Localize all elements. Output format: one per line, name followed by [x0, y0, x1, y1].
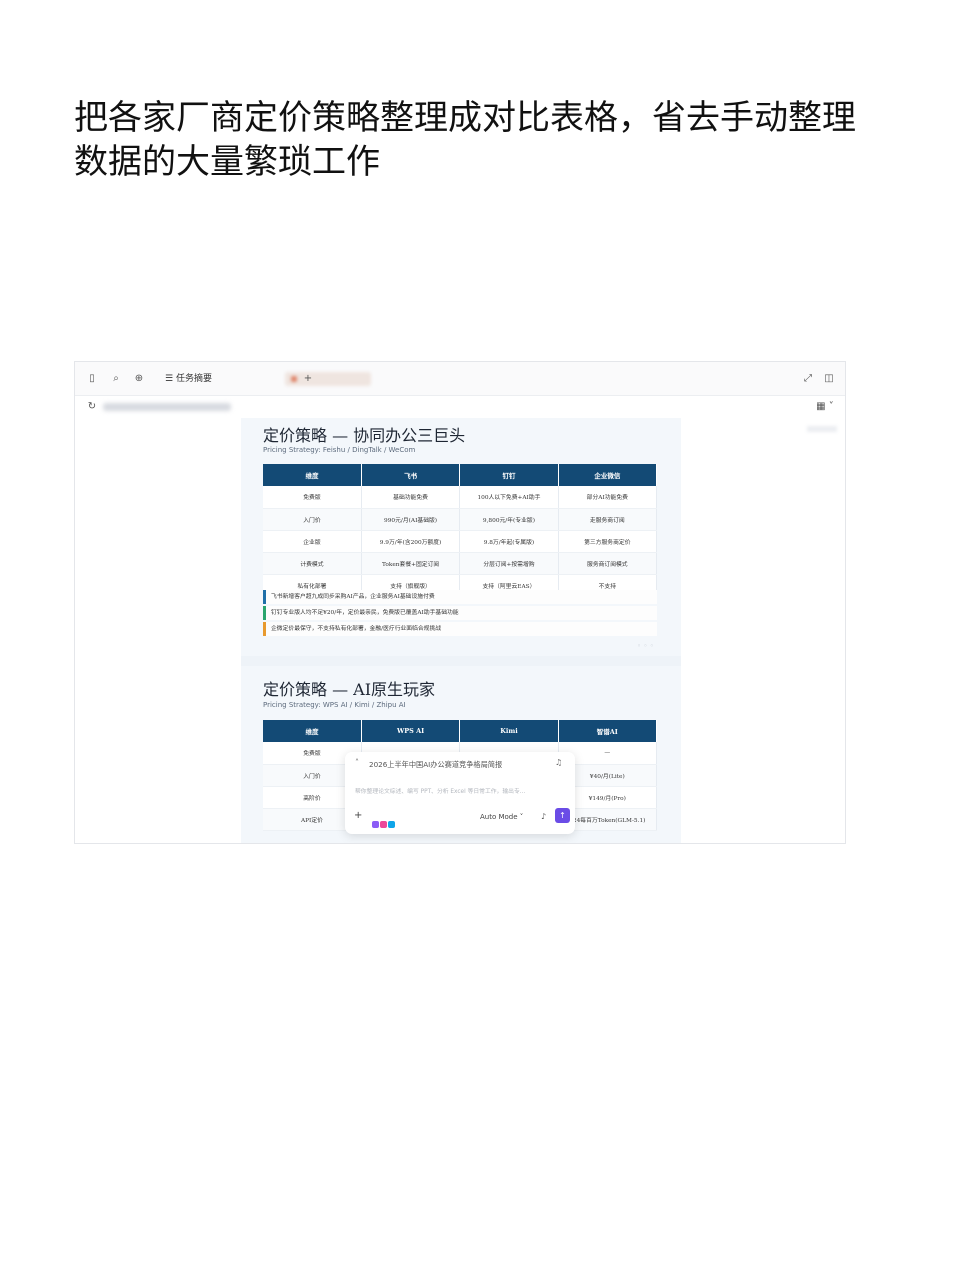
table-header: 钉钉	[459, 464, 559, 486]
table-cell: 部分AI功能免费	[558, 486, 658, 509]
table-row: 计费模式 Token套餐+固定订阅 分层订阅+按需增购 服务商订阅模式	[263, 552, 658, 575]
doc-tool-icon[interactable]	[372, 821, 379, 828]
pricing-table: 维度 飞书 钉钉 企业微信 免费版 基础功能免费 100人以下免费+AI助手 部…	[263, 464, 658, 597]
table-cell: 走服务商订阅	[558, 508, 658, 531]
chat-composer: ˄ 2026上半年中国AI办公赛道竞争格局简报 ♫ 帮你整理论文综述、编写 PP…	[345, 752, 575, 834]
table-cell: 计费模式	[263, 552, 362, 575]
table-header: 企业微信	[558, 464, 658, 486]
sidebar-toggle-icon[interactable]: ▯	[85, 372, 99, 386]
headline: 把各家厂商定价策略整理成对比表格，省去手动整理数据的大量繁琐工作	[74, 98, 856, 182]
table-cell: 第三方服务商定价	[558, 530, 658, 553]
table-header: Kimi	[459, 720, 559, 742]
slide-1: 定价策略 — 协同办公三巨头 Pricing Strategy: Feishu …	[241, 418, 681, 656]
new-chat-icon[interactable]: ⊕	[132, 372, 146, 386]
table-cell: 分层订阅+按需增购	[459, 552, 559, 575]
mode-label: Auto Mode	[480, 813, 518, 821]
address-bar: ↻ ▦ ˅	[75, 396, 845, 418]
table-cell: 9.8万/年起(专属版)	[459, 530, 559, 553]
chat-task-title[interactable]: 2026上半年中国AI办公赛道竞争格局简报	[369, 760, 502, 770]
panel-icon[interactable]: ◫	[822, 372, 836, 386]
table-cell: 入门价	[263, 508, 362, 531]
table-row: 入门价 990元/月(AI基础版) 9,800元/年(专业版) 走服务商订阅	[263, 508, 658, 531]
table-row: 免费版 基础功能免费 100人以下免费+AI助手 部分AI功能免费	[263, 486, 658, 509]
table-cell: 990元/月(AI基础版)	[361, 508, 461, 531]
tab-task-summary-label: 任务摘要	[175, 374, 212, 384]
slide-footer-icons: ◦ ◦ ◦	[637, 642, 654, 650]
note-wecom: 企微定价最保守，不支持私有化部署，金融/医疗行业面临合规挑战	[263, 622, 657, 636]
slide-title: 定价策略 — AI原生玩家	[263, 680, 436, 699]
table-cell: 免费版	[263, 486, 362, 509]
tab-task-summary[interactable]: ☰ 任务摘要	[159, 371, 218, 387]
bell-icon[interactable]: ♫	[555, 758, 562, 767]
table-header: WPS AI	[361, 720, 461, 742]
slide-title: 定价策略 — 协同办公三巨头	[263, 426, 466, 445]
web-tool-icon[interactable]	[388, 821, 395, 828]
expand-icon[interactable]: ⤢	[801, 372, 815, 386]
table-cell: 9,800元/年(专业版)	[459, 508, 559, 531]
table-cell: 服务商订阅模式	[558, 552, 658, 575]
search-icon[interactable]: ⌕	[109, 372, 123, 386]
address-blurred	[103, 403, 231, 411]
table-header: 维度	[263, 464, 362, 486]
note-dingtalk: 钉钉专业版人均不足¥20/年，定价最亲民，免费版已覆盖AI助手基础功能	[263, 606, 657, 620]
add-attachment-button[interactable]: +	[354, 810, 362, 821]
faint-toolbar-text	[807, 426, 837, 432]
table-row: 企业版 9.9万/年(含200万额度) 9.8万/年起(专属版) 第三方服务商定…	[263, 530, 658, 553]
table-cell: 企业版	[263, 530, 362, 553]
table-header: 智谱AI	[558, 720, 658, 742]
reload-icon[interactable]: ↻	[85, 400, 99, 414]
grid-icon[interactable]: ▦ ˅	[813, 400, 837, 414]
tool-icons[interactable]	[372, 813, 402, 828]
add-tab-button[interactable]: +	[301, 372, 315, 386]
table-cell: Token套餐+固定订阅	[361, 552, 461, 575]
mic-icon[interactable]: ♪	[541, 812, 546, 821]
send-button[interactable]: ↑	[555, 808, 570, 823]
table-header: 维度	[263, 720, 362, 742]
list-icon: ☰	[165, 374, 176, 384]
slide-subtitle: Pricing Strategy: WPS AI / Kimi / Zhipu …	[263, 701, 406, 709]
chat-input[interactable]: 帮你整理论文综述、编写 PPT、分析 Excel 等日常工作，输出专...	[355, 786, 525, 795]
mode-selector[interactable]: Auto Mode ˅	[480, 813, 523, 821]
slide-subtitle: Pricing Strategy: Feishu / DingTalk / We…	[263, 446, 416, 454]
table-header: 飞书	[361, 464, 461, 486]
chevron-up-icon[interactable]: ˄	[355, 758, 359, 767]
app-screenshot: ▯ ⌕ ⊕ ☰ 任务摘要 + ⤢ ◫ ↻ ▦ ˅ 定价策略 — 协同办公三巨头 …	[74, 361, 846, 844]
tab-blurred[interactable]	[285, 372, 371, 386]
table-cell: 100人以下免费+AI助手	[459, 486, 559, 509]
table-cell: 基础功能免费	[361, 486, 461, 509]
tab-bar: ▯ ⌕ ⊕ ☰ 任务摘要 + ⤢ ◫	[75, 362, 845, 396]
table-cell: 9.9万/年(含200万额度)	[361, 530, 461, 553]
note-feishu: 飞书新增客户超九成同步采购AI产品，企业服务AI基础设施付费	[263, 590, 657, 604]
image-tool-icon[interactable]	[380, 821, 387, 828]
